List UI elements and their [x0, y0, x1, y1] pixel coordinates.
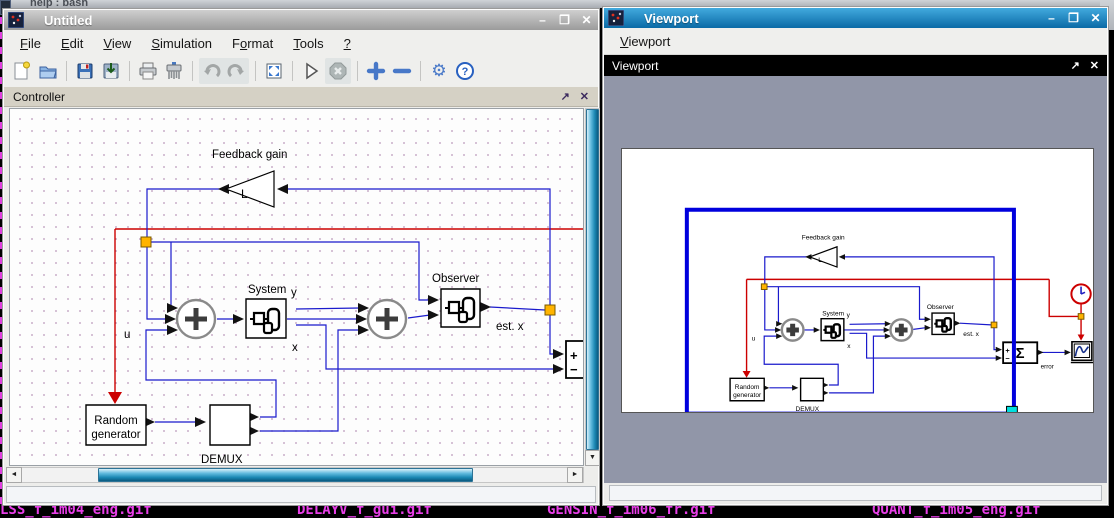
viewport-resize-handle[interactable]: [1007, 406, 1018, 412]
arrow-down-icon: ▼: [589, 454, 596, 461]
settings-gear-icon[interactable]: ⚙: [427, 59, 451, 83]
stop-group: [325, 58, 351, 84]
zoom-out-icon[interactable]: [390, 59, 414, 83]
diagram-canvas[interactable]: [9, 108, 584, 466]
shred-icon[interactable]: [162, 59, 186, 83]
panel-close-icon[interactable]: ✕: [580, 90, 589, 103]
menu-help[interactable]: ?: [336, 33, 359, 54]
menu-file[interactable]: File: [12, 33, 49, 54]
menu-viewport[interactable]: Viewport: [612, 31, 678, 52]
viewport-app-icon: [608, 10, 624, 26]
viewport-menubar: Viewport: [604, 28, 1107, 55]
scroll-right-button[interactable]: ►: [567, 467, 583, 483]
panel-close-icon[interactable]: ✕: [1090, 59, 1099, 72]
arrow-right-icon: ►: [572, 471, 579, 478]
fit-to-screen-icon[interactable]: [262, 59, 286, 83]
undock-icon[interactable]: ↗: [1071, 59, 1080, 72]
scroll-left-button[interactable]: ◄: [6, 467, 22, 483]
help-icon[interactable]: ?: [453, 59, 477, 83]
viewport-window: Viewport – ❒ ✕ Viewport Viewport ↗ ✕: [602, 6, 1109, 506]
viewport-titlebar[interactable]: Viewport – ❒ ✕: [604, 8, 1107, 28]
undo-redo-group: [199, 58, 249, 84]
menu-tools[interactable]: Tools: [285, 33, 331, 54]
arrow-left-icon: ◄: [11, 471, 18, 478]
viewport-background: [604, 76, 1107, 483]
scicos-statusbar: [6, 486, 596, 503]
save-icon[interactable]: [73, 59, 97, 83]
vertical-scrollbar-thumb[interactable]: [586, 109, 599, 450]
redo-icon[interactable]: [224, 59, 248, 83]
menu-format[interactable]: Format: [224, 33, 281, 54]
minimize-button[interactable]: –: [535, 13, 550, 27]
minimize-button[interactable]: –: [1044, 11, 1059, 25]
scicos-menubar: File Edit View Simulation Format Tools ?: [4, 30, 598, 57]
viewport-statusbar: [609, 485, 1102, 501]
undock-icon[interactable]: ↗: [561, 90, 570, 103]
scicos-editor-window: Untitled – ❒ ✕ File Edit View Simulation…: [2, 8, 600, 506]
export-icon[interactable]: [99, 59, 123, 83]
close-button[interactable]: ✕: [1088, 11, 1103, 25]
window-title: Viewport: [644, 11, 699, 26]
open-icon[interactable]: [36, 59, 60, 83]
window-title: Untitled: [44, 13, 92, 28]
undo-icon[interactable]: [200, 59, 224, 83]
viewport-mini-canvas[interactable]: [621, 148, 1094, 413]
menu-view[interactable]: View: [95, 33, 139, 54]
scicos-toolbar: ⚙ ?: [4, 56, 598, 86]
svg-text:?: ?: [462, 66, 469, 78]
stop-icon[interactable]: [326, 59, 350, 83]
new-document-icon[interactable]: [10, 59, 34, 83]
scroll-down-button[interactable]: ▼: [585, 450, 600, 466]
maximize-button[interactable]: ❒: [557, 13, 572, 27]
run-icon[interactable]: [299, 59, 323, 83]
maximize-button[interactable]: ❒: [1066, 11, 1081, 25]
mini-diagram-svg[interactable]: [622, 149, 1093, 412]
close-button[interactable]: ✕: [579, 13, 594, 27]
scicos-app-icon: [8, 12, 24, 28]
menu-simulation[interactable]: Simulation: [143, 33, 220, 54]
viewport-panel-title: Viewport: [612, 59, 658, 73]
terminal-title: help : bash: [30, 0, 88, 8]
controller-panel-header[interactable]: Controller ↗ ✕: [4, 86, 598, 107]
menu-edit[interactable]: Edit: [53, 33, 91, 54]
viewport-panel-header[interactable]: Viewport ↗ ✕: [604, 55, 1107, 76]
horizontal-scrollbar-thumb[interactable]: [98, 468, 473, 482]
print-icon[interactable]: [136, 59, 160, 83]
zoom-in-icon[interactable]: [364, 59, 388, 83]
main-diagram-svg[interactable]: [10, 109, 583, 465]
scicos-titlebar[interactable]: Untitled – ❒ ✕: [4, 10, 598, 30]
controller-panel-title: Controller: [13, 90, 65, 104]
